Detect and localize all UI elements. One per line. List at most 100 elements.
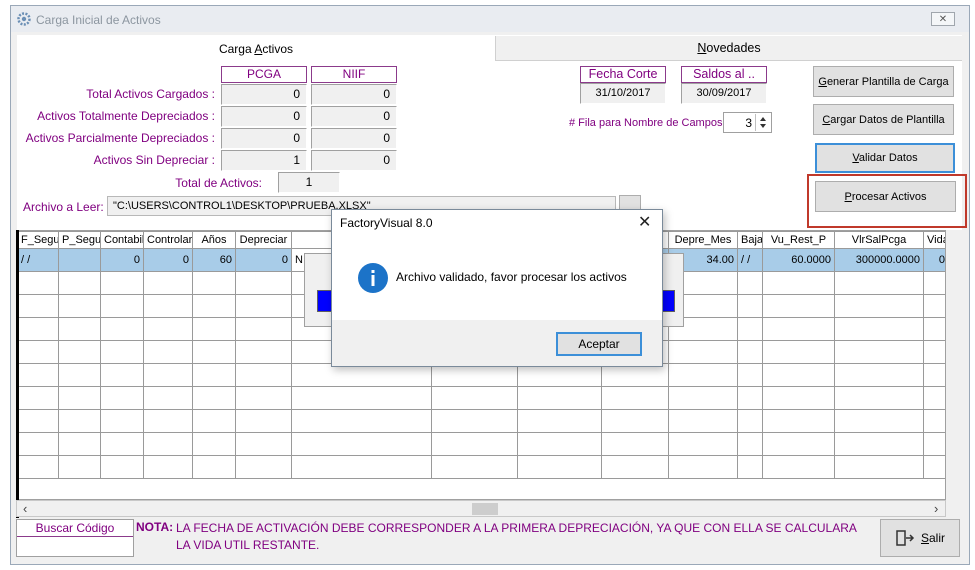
stepper-arrows[interactable] [755, 114, 770, 131]
cell-empty[interactable] [923, 409, 945, 433]
cell-empty[interactable] [100, 294, 144, 318]
cell-empty[interactable] [923, 386, 945, 410]
cell-empty[interactable] [58, 386, 101, 410]
cell-empty[interactable] [17, 271, 59, 295]
cell-empty[interactable] [601, 432, 669, 456]
grid-horizontal-scrollbar[interactable]: ‹ › [16, 500, 946, 517]
cell-empty[interactable] [923, 455, 945, 479]
cell-empty[interactable] [58, 340, 101, 364]
cell-empty[interactable] [235, 340, 292, 364]
cell-empty[interactable] [17, 363, 59, 387]
cell-empty[interactable] [235, 409, 292, 433]
cell-empty[interactable] [235, 271, 292, 295]
cell-empty[interactable] [17, 294, 59, 318]
cell-empty[interactable] [58, 363, 101, 387]
cell-empty[interactable] [192, 271, 236, 295]
cell-empty[interactable] [737, 271, 763, 295]
cell-empty[interactable] [762, 317, 835, 341]
cell-baja[interactable]: / / [737, 248, 763, 272]
generar-plantilla-button[interactable]: Generar Plantilla de Carga [813, 66, 954, 97]
cell-empty[interactable] [762, 363, 835, 387]
col-f-segu[interactable]: F_Segu [17, 231, 59, 249]
col-p-segu[interactable]: P_Segu [58, 231, 101, 249]
cell-empty[interactable] [923, 432, 945, 456]
cell-empty[interactable] [100, 432, 144, 456]
cell-empty[interactable] [834, 363, 924, 387]
cell-empty[interactable] [291, 386, 432, 410]
cell-empty[interactable] [923, 363, 945, 387]
cell-empty[interactable] [923, 317, 945, 341]
validar-datos-button[interactable]: Validar Datos [815, 143, 955, 173]
cell-empty[interactable] [762, 294, 835, 318]
cell-empty[interactable] [192, 317, 236, 341]
dialog-close-icon[interactable]: ✕ [638, 212, 651, 232]
cell-depreciar[interactable]: 0 [235, 248, 292, 272]
cell-empty[interactable] [668, 455, 738, 479]
cell-empty[interactable] [834, 432, 924, 456]
col-vu-rest-p[interactable]: Vu_Rest_P [762, 231, 835, 249]
cell-empty[interactable] [762, 340, 835, 364]
cell-empty[interactable] [737, 432, 763, 456]
cell-empty[interactable] [762, 386, 835, 410]
cell-empty[interactable] [192, 432, 236, 456]
col-vlrsalpcga[interactable]: VlrSalPcga [834, 231, 924, 249]
cell-anos[interactable]: 60 [192, 248, 236, 272]
cell-empty[interactable] [923, 340, 945, 364]
cell-empty[interactable] [517, 409, 602, 433]
cell-empty[interactable] [17, 317, 59, 341]
cell-empty[interactable] [517, 432, 602, 456]
cargar-datos-button[interactable]: Cargar Datos de Plantilla [813, 104, 954, 135]
cell-vlrsalpcga[interactable]: 300000.0000 [834, 248, 924, 272]
cell-empty[interactable] [834, 317, 924, 341]
cell-empty[interactable] [100, 409, 144, 433]
cell-empty[interactable] [192, 386, 236, 410]
cell-empty[interactable] [737, 409, 763, 433]
cell-empty[interactable] [143, 386, 193, 410]
cell-empty[interactable] [834, 294, 924, 318]
cell-contabil[interactable]: 0 [100, 248, 144, 272]
cell-empty[interactable] [100, 317, 144, 341]
cell-empty[interactable] [737, 294, 763, 318]
cell-empty[interactable] [235, 386, 292, 410]
col-baja[interactable]: Baja [737, 231, 763, 249]
table-row[interactable] [17, 432, 945, 456]
tab-carga-activos[interactable]: Carga Activos [17, 36, 495, 61]
cell-empty[interactable] [17, 409, 59, 433]
cell-empty[interactable] [291, 432, 432, 456]
cell-empty[interactable] [668, 363, 738, 387]
cell-empty[interactable] [58, 432, 101, 456]
cell-f-segu[interactable]: / / [17, 248, 59, 272]
aceptar-button[interactable]: Aceptar [556, 332, 642, 356]
cell-empty[interactable] [834, 455, 924, 479]
cell-p-segu[interactable] [58, 248, 101, 272]
cell-empty[interactable] [143, 363, 193, 387]
cell-empty[interactable] [235, 317, 292, 341]
saldos-value[interactable]: 30/09/2017 [681, 83, 767, 104]
cell-empty[interactable] [737, 340, 763, 364]
col-vida[interactable]: Vida [923, 231, 945, 249]
col-contabil[interactable]: Contabil [100, 231, 144, 249]
cell-empty[interactable] [192, 363, 236, 387]
cell-empty[interactable] [192, 409, 236, 433]
cell-empty[interactable] [737, 363, 763, 387]
cell-empty[interactable] [668, 432, 738, 456]
cell-empty[interactable] [431, 409, 518, 433]
cell-empty[interactable] [668, 409, 738, 433]
cell-empty[interactable] [17, 386, 59, 410]
table-row[interactable] [17, 409, 945, 433]
table-row[interactable] [17, 386, 945, 410]
cell-controlar[interactable]: 0 [143, 248, 193, 272]
cell-vida[interactable]: 0 [923, 248, 945, 272]
cell-empty[interactable] [58, 294, 101, 318]
cell-empty[interactable] [834, 386, 924, 410]
col-depreciar[interactable]: Depreciar [235, 231, 292, 249]
cell-empty[interactable] [100, 455, 144, 479]
scroll-right-icon[interactable]: › [934, 501, 938, 516]
cell-empty[interactable] [834, 340, 924, 364]
cell-empty[interactable] [431, 432, 518, 456]
scroll-thumb[interactable] [472, 503, 498, 515]
tab-novedades[interactable]: Novedades [495, 36, 962, 61]
cell-empty[interactable] [431, 386, 518, 410]
table-row[interactable] [17, 455, 945, 479]
cell-empty[interactable] [100, 386, 144, 410]
